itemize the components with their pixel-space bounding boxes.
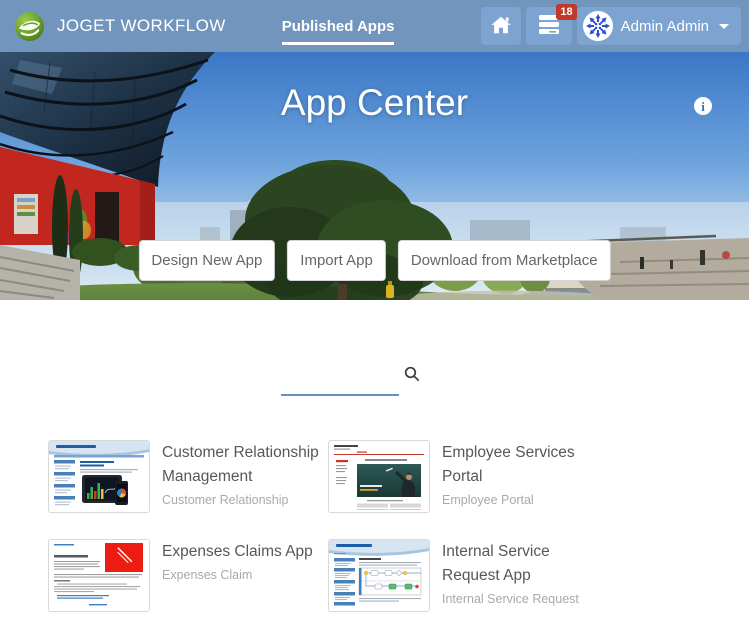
- navbar-actions: 18 Admin Admin: [480, 4, 741, 45]
- app-subtitle: Internal Service Request: [442, 592, 579, 607]
- design-new-app-button[interactable]: Design New App: [138, 240, 276, 281]
- app-title: Employee Services Portal: [442, 444, 575, 486]
- app-card-expenses-claims-app[interactable]: Expenses Claims App Expenses Claim: [48, 539, 328, 612]
- app-thumbnail: [48, 440, 150, 513]
- app-card-text: Expenses Claims App Expenses Claim: [162, 539, 326, 612]
- home-icon: [490, 15, 512, 38]
- published-apps-grid: Customer Relationship Management Custome…: [48, 440, 608, 612]
- user-menu-button[interactable]: Admin Admin: [576, 7, 741, 45]
- notification-badge: 18: [556, 4, 577, 21]
- app-thumbnail: [48, 539, 150, 612]
- app-card-employee-services-portal[interactable]: Employee Services Portal Employee Portal: [328, 440, 608, 513]
- app-thumbnail: [328, 440, 430, 513]
- page-title: App Center: [280, 82, 469, 123]
- app-title: Expenses Claims App: [162, 543, 313, 560]
- app-card-customer-relationship-management[interactable]: Customer Relationship Management Custome…: [48, 440, 328, 513]
- process-inbox-button[interactable]: 18: [525, 4, 577, 45]
- home-button[interactable]: [480, 7, 521, 45]
- app-card-internal-service-request-app[interactable]: Internal Service Request App Internal Se…: [328, 539, 608, 612]
- app-card-text: Internal Service Request App Internal Se…: [442, 539, 606, 612]
- app-subtitle: Expenses Claim: [162, 568, 253, 583]
- hero-action-buttons: Design New App Import App Download from …: [138, 240, 611, 281]
- joget-logo: [14, 11, 45, 42]
- app-title: Internal Service Request App: [442, 543, 550, 585]
- brand-title: JOGET WORKFLOW: [57, 16, 226, 35]
- download-from-marketplace-button[interactable]: Download from Marketplace: [397, 240, 611, 281]
- search-icon[interactable]: [404, 366, 420, 387]
- app-card-text: Employee Services Portal Employee Portal: [442, 440, 606, 513]
- app-thumbnail: [328, 539, 430, 612]
- app-title: Customer Relationship Management: [162, 444, 319, 486]
- app-search: [280, 366, 441, 396]
- app-subtitle: Employee Portal: [442, 493, 534, 508]
- employee-services-portal-thumbnail-image: [329, 441, 429, 512]
- hero-banner: App Center i Design New App Import App D…: [0, 52, 749, 300]
- internal-service-request-thumbnail-image: [329, 540, 429, 611]
- import-app-button[interactable]: Import App: [287, 240, 386, 281]
- app-subtitle: Customer Relationship: [162, 493, 289, 508]
- info-icon[interactable]: i: [694, 97, 712, 115]
- tab-published-apps[interactable]: Published Apps: [281, 18, 394, 45]
- user-avatar: [582, 11, 613, 41]
- caret-down-icon: [719, 23, 729, 29]
- expenses-claims-thumbnail-image: [49, 540, 149, 611]
- top-navbar: JOGET WORKFLOW Published Apps 18 Admin A…: [0, 0, 749, 52]
- app-center-page: JOGET WORKFLOW Published Apps 18 Admin A…: [0, 0, 749, 626]
- crm-app-thumbnail-image: [49, 441, 149, 512]
- user-name-label: Admin Admin: [620, 17, 709, 35]
- search-input[interactable]: [280, 370, 399, 396]
- app-card-text: Customer Relationship Management Custome…: [162, 440, 326, 513]
